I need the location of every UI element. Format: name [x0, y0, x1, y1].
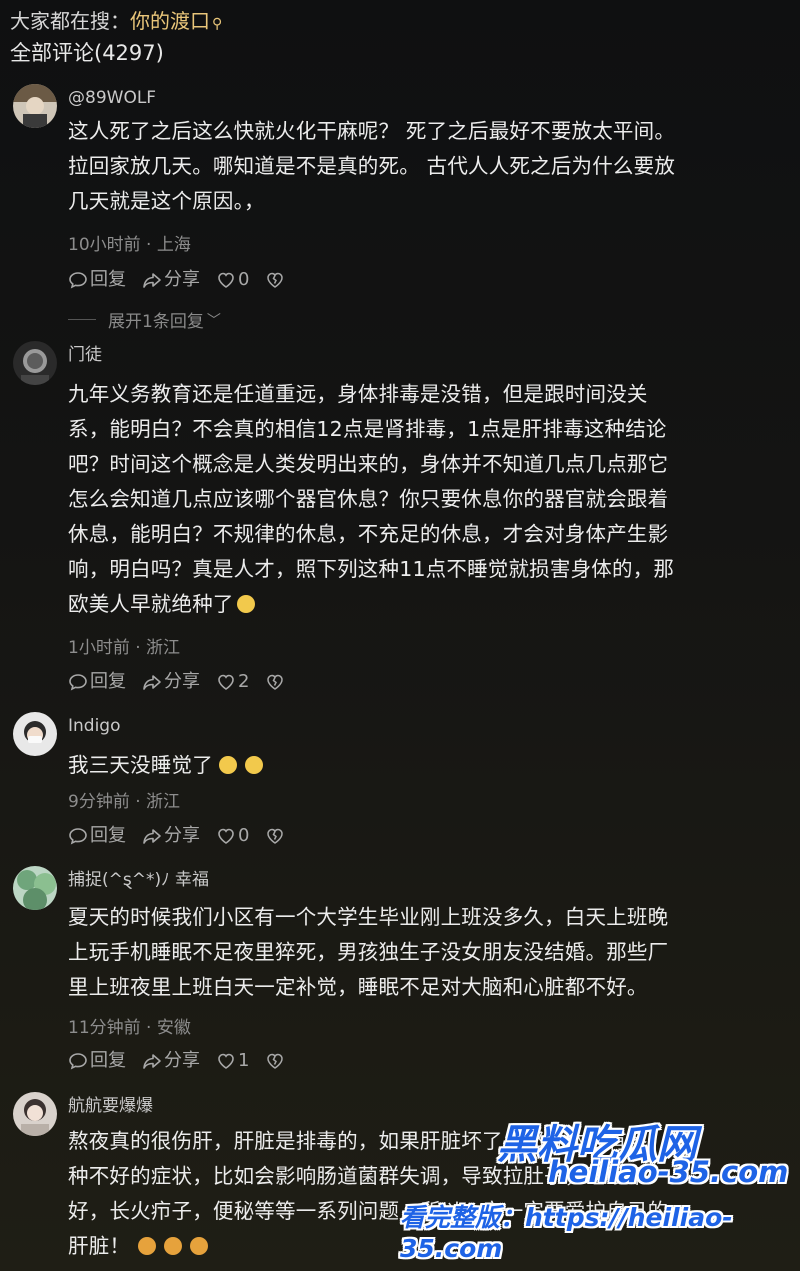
heart-icon: [218, 828, 234, 844]
dislike-button[interactable]: [265, 1051, 287, 1071]
share-button[interactable]: 分享: [142, 1049, 200, 1073]
comment-icon: [69, 1053, 87, 1070]
like-count: 0: [238, 269, 250, 290]
share-button[interactable]: 分享: [142, 670, 200, 694]
avatar[interactable]: [13, 341, 57, 385]
comment-text: 我三天没睡觉了: [68, 748, 790, 783]
dislike-button[interactable]: [265, 270, 287, 290]
reply-button[interactable]: 回复: [68, 670, 126, 694]
like-button[interactable]: 2: [216, 670, 249, 694]
comment-username[interactable]: 航航要爆爆: [68, 1094, 153, 1118]
broken-heart-icon: [267, 1053, 284, 1069]
comment-actions: 回复 分享 0: [68, 268, 303, 292]
crying-emoji-icon: [218, 756, 237, 774]
search-prefix: 大家都在搜：: [10, 9, 130, 33]
like-count: 1: [238, 1050, 250, 1071]
like-button[interactable]: 0: [216, 268, 249, 292]
like-count: 2: [238, 671, 250, 692]
heart-icon: [218, 1053, 234, 1069]
chevron-down-icon: ﹀: [206, 312, 221, 329]
avatar[interactable]: [13, 866, 57, 910]
comment-meta: 11分钟前 · 安徽: [68, 1018, 191, 1038]
expand-replies-button[interactable]: 展开1条回复 ﹀: [68, 307, 221, 332]
gourd-emoji-icon: [138, 1237, 157, 1255]
like-button[interactable]: 1: [216, 1049, 249, 1073]
avatar[interactable]: [13, 84, 57, 128]
like-count: 0: [238, 825, 250, 846]
gourd-emoji-icon: [164, 1237, 183, 1255]
broken-heart-icon: [267, 828, 284, 844]
comment-meta: 1小时前 · 浙江: [68, 638, 181, 658]
comment-text: 九年义务教育还是任道重远，身体排毒是没错，但是跟时间没关 系，能明白？不会真的相…: [68, 382, 675, 616]
avatar[interactable]: [13, 1092, 57, 1136]
dislike-button[interactable]: [265, 826, 287, 846]
watermark-domain: heiliao-35.com: [548, 1155, 789, 1189]
like-button[interactable]: 0: [216, 824, 249, 848]
search-keyword[interactable]: 你的渡口: [130, 9, 210, 33]
comment-username[interactable]: 捕捉(^ȿ^*)ﾉ 幸福: [68, 868, 209, 892]
comment-text: 夏天的时候我们小区有一个大学生毕业刚上班没多久，白天上班晚 上玩手机睡眠不足夜里…: [68, 905, 669, 999]
share-icon: [143, 1054, 161, 1069]
broken-heart-icon: [267, 272, 284, 288]
search-suggestion[interactable]: 大家都在搜：你的渡口 ⚲: [10, 6, 222, 39]
comment-icon: [69, 272, 87, 289]
share-icon: [143, 829, 161, 844]
comment-icon: [69, 828, 87, 845]
reply-button[interactable]: 回复: [68, 1049, 126, 1073]
reply-button[interactable]: 回复: [68, 824, 126, 848]
comment-meta: 10小时前 · 上海: [68, 235, 191, 255]
crying-emoji-icon: [244, 756, 263, 774]
reply-button[interactable]: 回复: [68, 268, 126, 292]
comment-actions: 回复 分享 2: [68, 670, 303, 694]
heart-icon: [218, 674, 234, 690]
comment-icon: [69, 674, 87, 691]
comment-username[interactable]: 门徒: [68, 343, 102, 367]
gourd-emoji-icon: [190, 1237, 209, 1255]
comment-text: 这人死了之后这么快就火化干麻呢？ 死了之后最好不要放太平间。 拉回家放几天。哪知…: [68, 119, 676, 213]
emoji-icon: [236, 595, 255, 613]
comment-username[interactable]: @89WOLF: [68, 86, 156, 110]
share-button[interactable]: 分享: [142, 268, 200, 292]
share-icon: [143, 273, 161, 288]
watermark-url-line: 看完整版：https://heiliao-35.com: [400, 1203, 733, 1263]
comments-count-title: 全部评论(4297): [10, 41, 164, 65]
dislike-button[interactable]: [265, 672, 287, 692]
divider-line: [68, 319, 96, 320]
comment-meta: 9分钟前 · 浙江: [68, 792, 181, 812]
comment-actions: 回复 分享 0: [68, 824, 303, 848]
comment-actions: 回复 分享 1: [68, 1049, 303, 1073]
broken-heart-icon: [267, 674, 284, 690]
avatar[interactable]: [13, 712, 57, 756]
search-icon[interactable]: ⚲: [212, 16, 222, 32]
comment-username[interactable]: Indigo: [68, 714, 121, 738]
heart-icon: [218, 272, 234, 288]
share-icon: [143, 675, 161, 690]
share-button[interactable]: 分享: [142, 824, 200, 848]
